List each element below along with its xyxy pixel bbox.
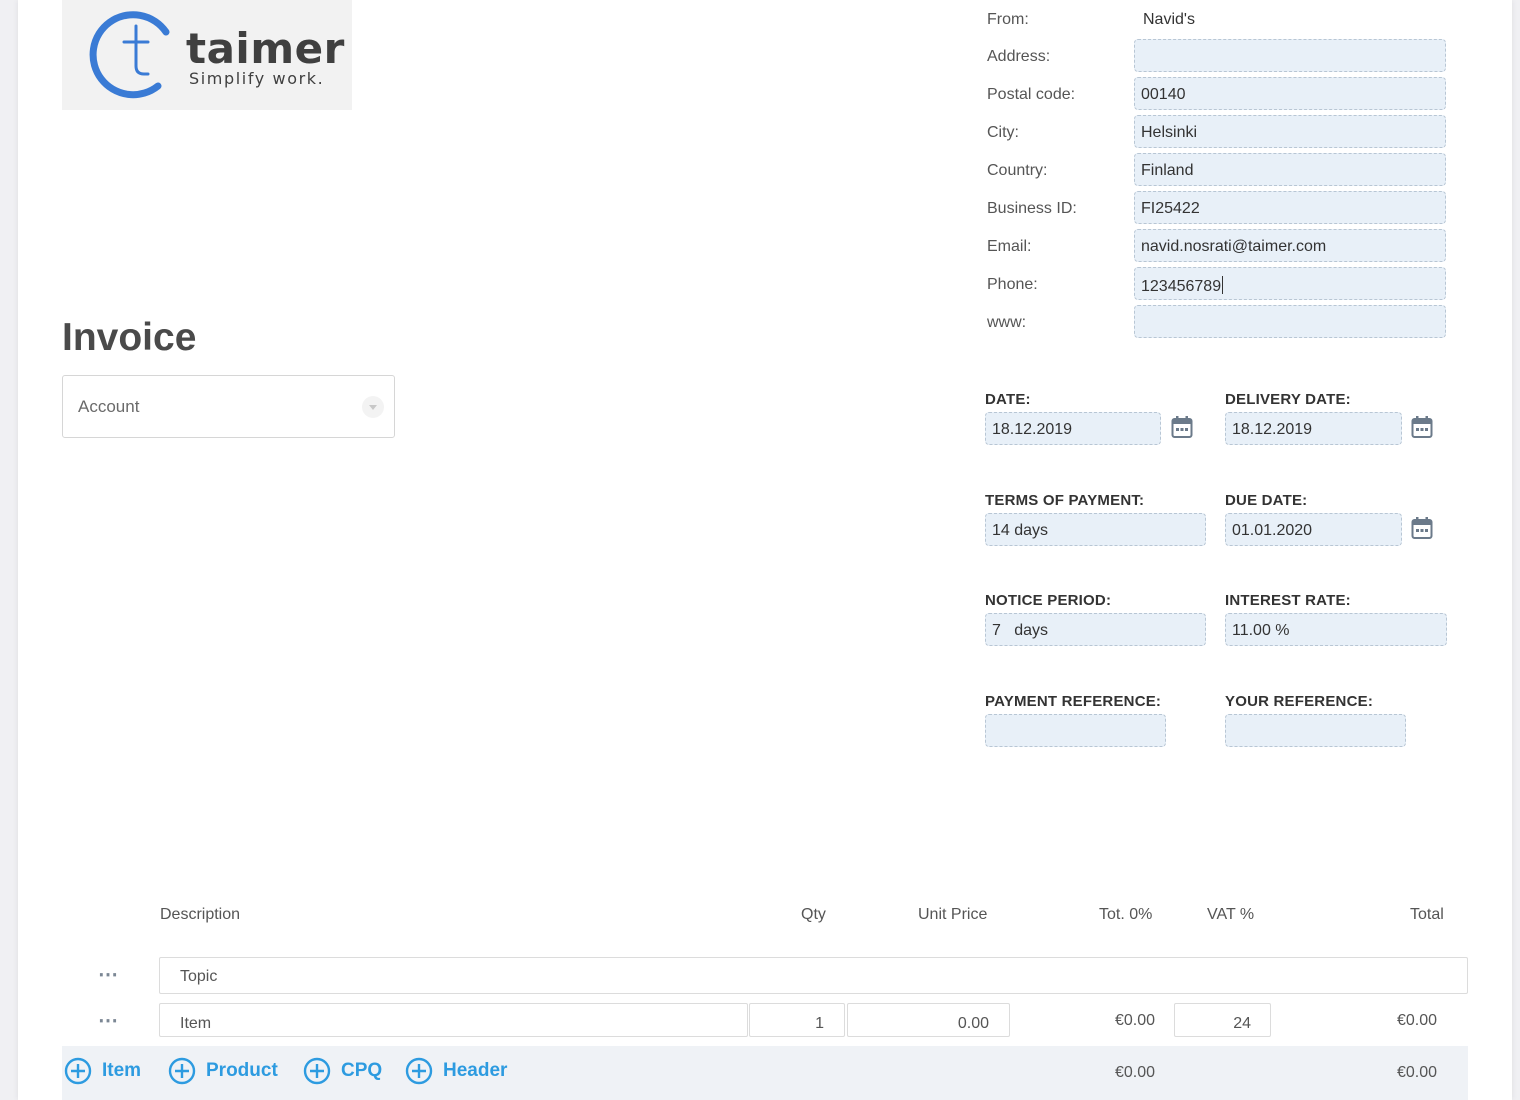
text-cursor: [1222, 276, 1224, 294]
item-tot: €0.00: [1114, 1012, 1155, 1029]
topic-row[interactable]: Topic: [159, 957, 1468, 994]
www-label: www:: [987, 314, 1027, 331]
delivery-date-field[interactable]: 18.12.2019: [1225, 412, 1402, 445]
row-menu-icon[interactable]: ⋯: [98, 965, 119, 985]
item-vat: 24: [1233, 1015, 1251, 1032]
phone-value: 123456789: [1141, 278, 1222, 295]
header-description: Description: [160, 906, 241, 923]
item-vat-field[interactable]: 24: [1174, 1003, 1271, 1037]
item-qty-field[interactable]: 1: [749, 1003, 845, 1037]
header-tot: Tot. 0%: [1099, 906, 1153, 923]
page-title: Invoice: [62, 316, 197, 359]
company-logo: taimer Simplify work.: [62, 0, 352, 110]
city-field[interactable]: Helsinki: [1134, 115, 1446, 148]
plus-circle-icon: [303, 1057, 331, 1085]
header-qty: Qty: [801, 906, 826, 923]
business-id-label: Business ID:: [987, 200, 1077, 217]
notice-period-field[interactable]: 7 days: [985, 613, 1206, 646]
your-reference-field[interactable]: [1225, 714, 1406, 747]
due-date-label: DUE DATE:: [1225, 492, 1308, 509]
footer-tot: €0.00: [1114, 1064, 1155, 1081]
footer-total: €0.00: [1396, 1064, 1437, 1081]
interest-rate-label: INTEREST RATE:: [1225, 592, 1351, 609]
chevron-down-icon[interactable]: [362, 396, 384, 418]
plus-circle-icon: [64, 1057, 92, 1085]
phone-label: Phone:: [987, 276, 1038, 293]
address-label: Address:: [987, 48, 1051, 65]
item-unit-price-field[interactable]: 0.00: [847, 1003, 1010, 1037]
header-vat: VAT %: [1207, 906, 1255, 923]
www-row: www:: [987, 305, 1447, 339]
phone-row: Phone: 123456789: [987, 267, 1447, 301]
add-product-button[interactable]: Product: [168, 1057, 278, 1085]
invoice-page: taimer Simplify work. Invoice Account Fr…: [18, 0, 1512, 1100]
business-id-field[interactable]: FI25422: [1134, 191, 1446, 224]
calendar-icon[interactable]: [1411, 415, 1433, 439]
postal-code-row: Postal code: 00140: [987, 77, 1447, 111]
city-row: City: Helsinki: [987, 115, 1447, 149]
date-label: DATE:: [985, 391, 1031, 408]
email-label: Email:: [987, 238, 1032, 255]
terms-of-payment-field[interactable]: 14 days: [985, 513, 1206, 546]
calendar-icon[interactable]: [1171, 415, 1193, 439]
add-cpq-label: CPQ: [341, 1060, 383, 1081]
add-header-label: Header: [443, 1060, 508, 1081]
header-total: Total: [1410, 906, 1444, 923]
city-label: City:: [987, 124, 1019, 141]
country-label: Country:: [987, 162, 1048, 179]
add-item-label: Item: [102, 1060, 142, 1081]
account-placeholder: Account: [78, 397, 140, 416]
add-cpq-button[interactable]: CPQ: [303, 1057, 382, 1085]
postal-code-field[interactable]: 00140: [1134, 77, 1446, 110]
postal-code-label: Postal code:: [987, 86, 1076, 103]
email-row: Email: navid.nosrati@taimer.com: [987, 229, 1447, 263]
item-unit-price: 0.00: [957, 1015, 989, 1032]
email-field[interactable]: navid.nosrati@taimer.com: [1134, 229, 1446, 262]
country-field[interactable]: Finland: [1134, 153, 1446, 186]
from-row: From: Navid's: [987, 2, 1447, 36]
interest-rate-field[interactable]: 11.00 %: [1225, 613, 1447, 646]
logo-wordmark: taimer: [186, 24, 345, 73]
item-total: €0.00: [1396, 1012, 1437, 1029]
taimer-logo-icon: [89, 11, 170, 99]
country-row: Country: Finland: [987, 153, 1447, 187]
due-date-field[interactable]: 01.01.2020: [1225, 513, 1402, 546]
item-qty: 1: [815, 1015, 824, 1032]
phone-field[interactable]: 123456789: [1134, 267, 1446, 300]
www-field[interactable]: [1134, 305, 1446, 338]
account-select[interactable]: Account: [62, 375, 395, 438]
row-menu-icon[interactable]: ⋯: [98, 1011, 119, 1031]
calendar-icon[interactable]: [1411, 516, 1433, 540]
item-description-field[interactable]: Item: [159, 1003, 748, 1037]
terms-label: TERMS OF PAYMENT:: [985, 492, 1145, 509]
payment-reference-field[interactable]: [985, 714, 1166, 747]
address-row: Address:: [987, 39, 1447, 73]
logo-tagline: Simplify work.: [189, 69, 325, 88]
plus-circle-icon: [168, 1057, 196, 1085]
delivery-date-label: DELIVERY DATE:: [1225, 391, 1351, 408]
payment-reference-label: PAYMENT REFERENCE:: [985, 693, 1162, 710]
from-value: Navid's: [1143, 11, 1195, 28]
from-label: From:: [987, 11, 1029, 28]
topic-description: Topic: [180, 968, 218, 985]
add-item-button[interactable]: Item: [64, 1057, 141, 1085]
add-product-label: Product: [206, 1060, 278, 1081]
business-id-row: Business ID: FI25422: [987, 191, 1447, 225]
plus-circle-icon: [405, 1057, 433, 1085]
notice-period-label: NOTICE PERIOD:: [985, 592, 1112, 609]
item-description: Item: [180, 1015, 212, 1032]
your-reference-label: YOUR REFERENCE:: [1225, 693, 1374, 710]
header-unit-price: Unit Price: [918, 906, 988, 923]
date-field[interactable]: 18.12.2019: [985, 412, 1161, 445]
add-header-button[interactable]: Header: [405, 1057, 507, 1085]
address-field[interactable]: [1134, 39, 1446, 72]
